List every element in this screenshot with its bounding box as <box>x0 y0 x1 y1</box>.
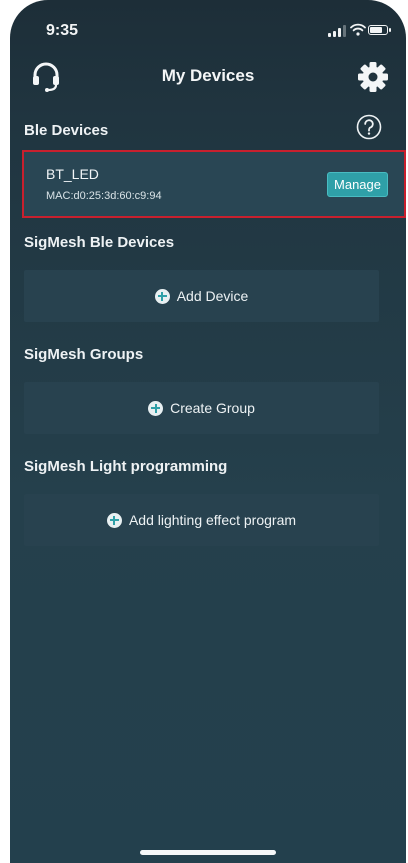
add-lighting-program-label: Add lighting effect program <box>128 512 297 528</box>
cellular-signal-icon <box>328 25 346 37</box>
home-indicator[interactable] <box>140 850 276 855</box>
page-title: My Devices <box>161 66 255 85</box>
status-icons <box>328 22 391 38</box>
add-lighting-program-button[interactable]: Add lighting effect program <box>24 494 379 546</box>
gear-icon[interactable] <box>356 60 390 94</box>
device-name: BT_LED <box>46 166 99 182</box>
section-title-ble-devices: Ble Devices <box>24 122 109 139</box>
section-title-light-programming: SigMesh Light programming <box>24 458 228 475</box>
section-title-sigmesh-devices: SigMesh Ble Devices <box>24 234 175 251</box>
wifi-icon <box>350 23 366 36</box>
plus-circle-icon <box>154 288 170 304</box>
device-card-bt-led[interactable]: BT_LED MAC:d0:25:3d:60:c9:94 Manage <box>24 152 404 216</box>
status-bar: 9:35 <box>10 0 406 50</box>
battery-icon <box>368 25 391 35</box>
add-device-label: Add Device <box>176 288 249 304</box>
plus-circle-icon <box>148 400 164 416</box>
create-group-label: Create Group <box>170 400 255 416</box>
nav-bar: My Devices <box>10 50 406 100</box>
question-circle-icon[interactable] <box>356 114 382 140</box>
battery-level <box>370 27 382 33</box>
section-title-sigmesh-groups: SigMesh Groups <box>24 346 144 363</box>
plus-circle-icon <box>106 512 122 528</box>
add-device-button[interactable]: Add Device <box>24 270 379 322</box>
device-mac-address: MAC:d0:25:3d:60:c9:94 <box>46 190 162 202</box>
create-group-button[interactable]: Create Group <box>24 382 379 434</box>
status-time: 9:35 <box>46 22 79 39</box>
manage-button[interactable]: Manage <box>327 172 388 197</box>
phone-screen: 9:35 My Devices Ble Devices BT_LED MAC:d… <box>10 0 406 863</box>
